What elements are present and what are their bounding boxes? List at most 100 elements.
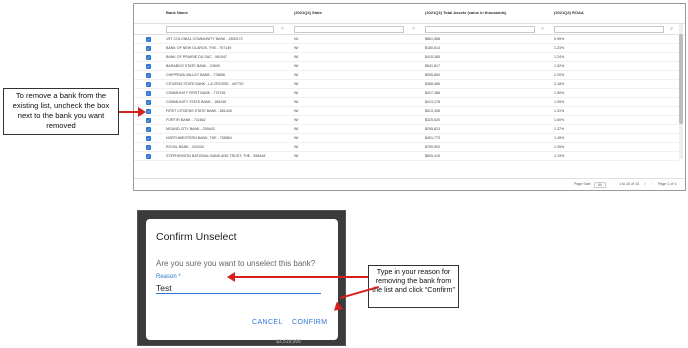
cell-roaa: 1.31%: [554, 109, 565, 113]
row-checkbox[interactable]: ✓: [146, 145, 151, 150]
filter-input-roaa[interactable]: [554, 26, 664, 33]
cell-total-assets: $368,485: [425, 82, 440, 86]
cell-bank-name: BARABOO STATE BANK - 24949: [166, 64, 220, 68]
column-header-bank-name[interactable]: Bank Name: [166, 10, 188, 15]
table-row[interactable]: ✓ BARABOO STATE BANK - 24949 WI $541,817 1.0…: [134, 62, 679, 71]
tutorial-canvas: Bank Name (2021Q3) State (2021Q3) Total …: [0, 0, 688, 348]
filter-row: ▿ ▿ ▿ ▿: [134, 24, 685, 35]
cell-roaa: 1.37%: [554, 127, 565, 131]
background-value: $3,519,906: [276, 339, 302, 345]
cell-bank-name: FORTIFI BANK - 711662: [166, 118, 206, 122]
filter-icon[interactable]: ▿: [410, 26, 417, 33]
table-row[interactable]: ✓ COMMUNITY FIRST BANK - 775745 WI $427,488…: [134, 89, 679, 98]
arrow-to-reason-input: [234, 276, 368, 278]
table-row[interactable]: ✓ ROYAL BANK - 332043 WI $759,900 1.35%: [134, 143, 679, 152]
filter-input-state[interactable]: [294, 26, 404, 33]
grid-header: Bank Name (2021Q3) State (2021Q3) Total …: [134, 4, 685, 24]
filter-input-total-assets[interactable]: [425, 26, 535, 33]
dialog-title: Confirm Unselect: [156, 231, 237, 243]
cell-state: NJ: [294, 37, 299, 41]
row-checkbox[interactable]: ✓: [146, 55, 151, 60]
cell-roaa: 0.95%: [554, 37, 565, 41]
row-checkbox[interactable]: ✓: [146, 154, 151, 159]
row-checkbox[interactable]: ✓: [146, 91, 151, 96]
row-checkbox[interactable]: ✓: [146, 46, 151, 51]
row-checkbox[interactable]: ✓: [146, 118, 151, 123]
cell-state: WI: [294, 109, 299, 113]
cell-roaa: 1.09%: [554, 100, 565, 104]
callout-reason-instruction: Type in your reason for removing the ban…: [368, 265, 459, 308]
cell-bank-name: STEPHENSON NATIONAL BANK AND TRUST, THE …: [166, 154, 266, 158]
row-checkbox[interactable]: ✓: [146, 100, 151, 105]
cell-bank-name: BANK OF NEW GLARUS, THE - 797149: [166, 46, 232, 50]
table-row[interactable]: ✓ BANK OF NEW GLARUS, THE - 797149 WI $160,…: [134, 44, 679, 53]
callout-uncheck-instruction: To remove a bank from the existing list,…: [3, 88, 119, 135]
cell-bank-name: CITIZENS STATE BANK - LA CROSSE - 497757: [166, 82, 244, 86]
row-checkbox[interactable]: ✓: [146, 82, 151, 87]
cell-total-assets: $413,278: [425, 100, 440, 104]
prev-page-icon[interactable]: ‹: [652, 182, 653, 186]
row-checkbox[interactable]: ✓: [146, 37, 151, 42]
vertical-scrollbar[interactable]: [679, 24, 683, 159]
cell-bank-name: COMMUNITY FIRST BANK - 775745: [166, 91, 226, 95]
cell-total-assets: $325,620: [425, 118, 440, 122]
cell-state: WI: [294, 73, 299, 77]
row-checkbox[interactable]: ✓: [146, 73, 151, 78]
next-page-icon[interactable]: ›: [676, 182, 677, 186]
table-row[interactable]: ✓ CHIPPEWA VALLEY BANK - 778856 WI $595,850…: [134, 71, 679, 80]
table-row[interactable]: ✓ FORTIFI BANK - 711662 WI $325,620 1.60%: [134, 116, 679, 125]
table-row[interactable]: ✓ MOUND CITY BANK - 259443 WI $295,813 1.37%: [134, 125, 679, 134]
cell-state: WI: [294, 127, 299, 131]
column-header-roaa[interactable]: (2021Q3) ROAA: [554, 10, 584, 15]
row-checkbox[interactable]: ✓: [146, 136, 151, 141]
cell-roaa: 1.35%: [554, 145, 565, 149]
table-row[interactable]: ✓ STEPHENSON NATIONAL BANK AND TRUST, THE…: [134, 152, 679, 161]
table-row[interactable]: ✓ COMMUNITY STATE BANK - 185245 WI $413,278…: [134, 98, 679, 107]
table-row[interactable]: ✓ 1ST COLONIAL COMMUNITY BANK - 2830172 NJ…: [134, 35, 679, 44]
cell-bank-name: MOUND CITY BANK - 259443: [166, 127, 215, 131]
cell-roaa: 1.60%: [554, 118, 565, 122]
cell-bank-name: COMMUNITY STATE BANK - 185245: [166, 100, 227, 104]
cell-roaa: 1.02%: [554, 64, 565, 68]
cell-state: WI: [294, 136, 299, 140]
bank-grid: Bank Name (2021Q3) State (2021Q3) Total …: [133, 3, 686, 191]
table-row[interactable]: ✓ CITIZENS STATE BANK - LA CROSSE - 49775…: [134, 80, 679, 89]
filter-icon[interactable]: ▿: [539, 26, 546, 33]
table-row[interactable]: ✓ FIRST CITIZENS STATE BANK - 851445 WI $51…: [134, 107, 679, 116]
cell-bank-name: NORTHWESTERN BANK, THE - 755854: [166, 136, 232, 140]
row-checkbox[interactable]: ✓: [146, 127, 151, 132]
cell-roaa: 2.18%: [554, 82, 565, 86]
table-row[interactable]: ✓ BANK OF PRAIRIE DU SAC - 961947 WI $415,3…: [134, 53, 679, 62]
confirm-button[interactable]: CONFIRM: [292, 319, 327, 326]
cell-roaa: 1.45%: [554, 136, 565, 140]
cell-total-assets: $759,900: [425, 145, 440, 149]
column-header-total-assets[interactable]: (2021Q3) Total Assets (value in thousand…: [425, 10, 506, 15]
row-checkbox[interactable]: ✓: [146, 64, 151, 69]
cell-bank-name: CHIPPEWA VALLEY BANK - 778856: [166, 73, 226, 77]
pagination-bar: Page Size: 50 1 to 15 of 15 |‹ ‹ Page 1 …: [134, 178, 685, 190]
row-range-text: 1 to 15 of 15: [619, 182, 639, 186]
table-row[interactable]: ✓ NORTHWESTERN BANK, THE - 755854 WI $451,7…: [134, 134, 679, 143]
cell-state: WI: [294, 145, 299, 149]
cell-total-assets: $513,308: [425, 109, 440, 113]
cell-total-assets: $415,385: [425, 55, 440, 59]
cell-bank-name: BANK OF PRAIRIE DU SAC - 961947: [166, 55, 227, 59]
reason-input[interactable]: [156, 282, 321, 294]
cell-roaa: 1.23%: [554, 46, 565, 50]
cell-total-assets: $427,488: [425, 91, 440, 95]
dialog-screenshot: Confirm Unselect Are you sure you want t…: [137, 210, 346, 346]
cell-state: WI: [294, 154, 299, 158]
cell-roaa: 1.24%: [554, 55, 565, 59]
confirm-unselect-dialog: Confirm Unselect Are you sure you want t…: [146, 219, 338, 340]
filter-icon[interactable]: ▿: [279, 26, 286, 33]
cell-total-assets: $609,419: [425, 154, 440, 158]
filter-input-bank-name[interactable]: [166, 26, 274, 33]
cancel-button[interactable]: CANCEL: [252, 319, 283, 326]
row-checkbox[interactable]: ✓: [146, 109, 151, 114]
scrollbar-thumb[interactable]: [679, 34, 683, 124]
page-size-select[interactable]: 50: [594, 182, 606, 188]
cell-roaa: 2.20%: [554, 73, 565, 77]
first-page-icon[interactable]: |‹: [644, 182, 646, 186]
column-header-state[interactable]: (2021Q3) State: [294, 10, 322, 15]
filter-icon[interactable]: ▿: [668, 26, 675, 33]
